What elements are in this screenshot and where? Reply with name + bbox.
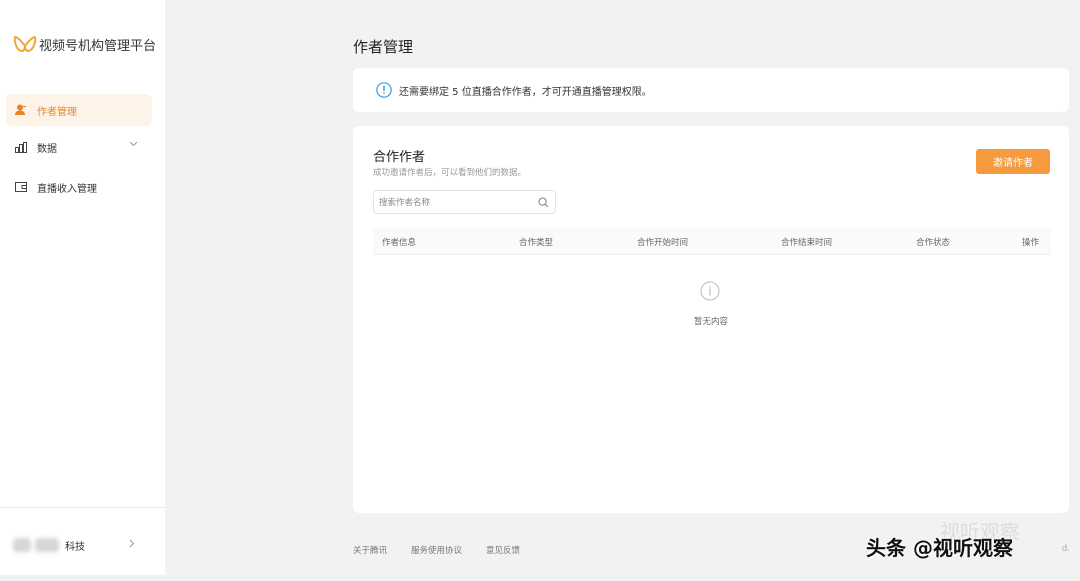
sidebar-item-live-income[interactable]: 直播收入管理: [6, 171, 152, 203]
column-header: 合作结束时间: [781, 238, 833, 248]
info-circle-icon: [700, 281, 720, 301]
wallet-icon: [15, 182, 27, 192]
invite-author-button[interactable]: 邀请作者: [976, 149, 1050, 174]
table-header: 作者信息 合作类型 合作开始时间 合作结束时间 合作状态 操作: [373, 228, 1051, 255]
chevron-right-icon[interactable]: [129, 539, 135, 548]
footer-link-about[interactable]: 关于腾讯: [353, 544, 387, 556]
org-switcher[interactable]: 科技: [0, 507, 165, 575]
column-header: 合作开始时间: [637, 238, 689, 248]
authors-panel: 合作作者 成功邀请作者后，可以看到他们的数据。 邀请作者 作者信息 合作类型 合…: [353, 126, 1069, 513]
sidebar: 视频号机构管理平台 作者管理 数据 直播收入管理 科技: [0, 0, 165, 575]
column-header: 操作: [1022, 238, 1040, 248]
search-icon[interactable]: [538, 197, 549, 208]
panel-subtitle: 成功邀请作者后，可以看到他们的数据。: [373, 168, 527, 178]
empty-state-text: 暂无内容: [694, 317, 729, 327]
page-title: 作者管理: [353, 38, 414, 56]
footer-link-terms[interactable]: 服务使用协议: [411, 544, 462, 556]
person-icon: [15, 104, 26, 115]
brand[interactable]: 视频号机构管理平台: [13, 34, 156, 54]
sidebar-item-data[interactable]: 数据: [6, 131, 152, 163]
avatar: [13, 538, 61, 552]
column-header: 作者信息: [382, 238, 417, 248]
footer-link-feedback[interactable]: 意见反馈: [486, 544, 520, 556]
notice-text: 还需要绑定 5 位直播合作作者，才可开通直播管理权限。: [399, 86, 652, 98]
sidebar-item-label: 作者管理: [37, 106, 77, 118]
watermark: 头条 @视听观察: [866, 536, 1013, 560]
org-name: 科技: [65, 542, 85, 553]
app-name: 视频号机构管理平台: [39, 38, 157, 54]
search-box: [373, 190, 556, 214]
sidebar-item-author-management[interactable]: 作者管理: [6, 94, 152, 126]
search-input[interactable]: [379, 194, 529, 211]
chevron-down-icon[interactable]: [129, 141, 138, 147]
footer-copyright: d.: [1061, 544, 1070, 554]
bar-chart-icon: [15, 141, 27, 153]
sidebar-item-label: 直播收入管理: [37, 183, 97, 195]
sidebar-item-label: 数据: [37, 143, 57, 155]
column-header: 合作状态: [916, 238, 951, 248]
info-circle-icon: [376, 82, 392, 98]
notice-banner: 还需要绑定 5 位直播合作作者，才可开通直播管理权限。: [353, 68, 1069, 112]
panel-title: 合作作者: [373, 150, 426, 165]
brand-logo-icon: [13, 36, 37, 52]
column-header: 合作类型: [519, 238, 554, 248]
